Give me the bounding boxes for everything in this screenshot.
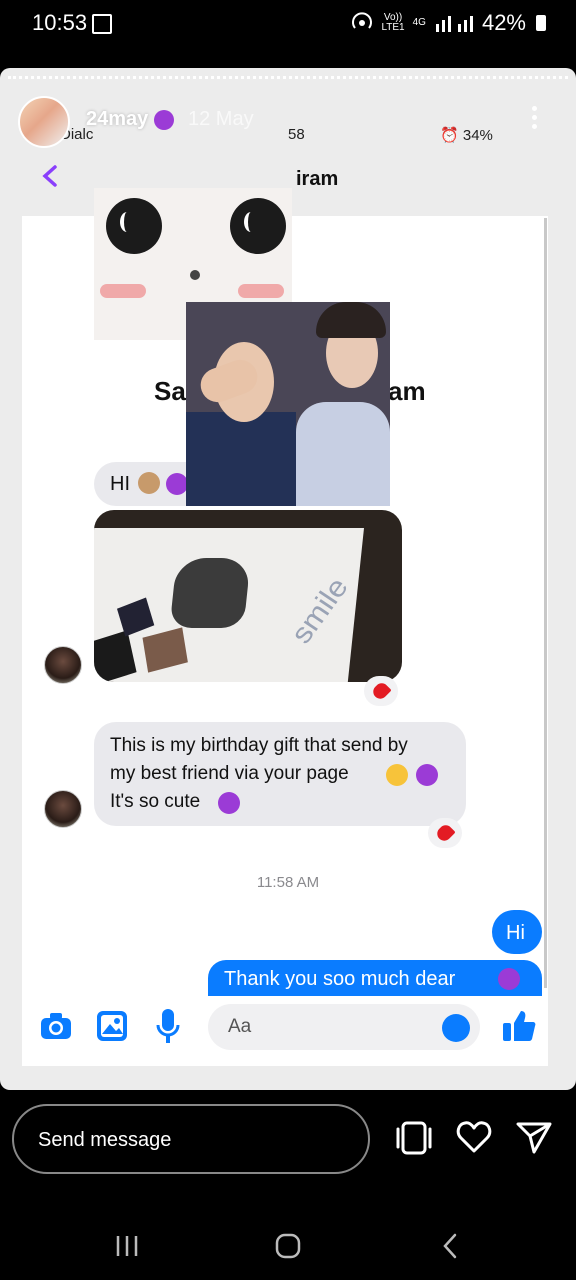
story-username[interactable]: 24may <box>86 108 174 131</box>
android-nav-bar <box>0 1204 576 1280</box>
network-type: 4G <box>412 17 426 28</box>
photo-jacket <box>186 412 296 506</box>
story-date: 12 May <box>188 108 254 130</box>
photo-sticker <box>186 302 390 506</box>
story-avatar[interactable] <box>18 96 70 148</box>
sticker-cheek <box>100 284 146 298</box>
message-line: This is my birthday gift that send by <box>110 735 408 756</box>
thumbs-up-icon <box>503 1011 536 1041</box>
status-right: Vo)) LTE1 4G 42% <box>351 10 546 36</box>
photo-hair <box>316 302 386 338</box>
microphone-icon <box>156 1009 180 1043</box>
message-text: Thank you soo much dear <box>224 968 456 990</box>
profile-name-right: am <box>388 376 426 406</box>
photo-card <box>142 627 188 673</box>
purple-heart-icon <box>153 109 174 130</box>
sticker-eye <box>106 198 162 254</box>
inner-status-battery: ⏰ 34% <box>440 126 493 144</box>
gallery-icon <box>97 1011 127 1041</box>
heart-reaction-icon <box>428 818 462 848</box>
heart-reaction-icon <box>364 676 398 706</box>
story-progress <box>8 76 568 82</box>
message-timestamp: 11:58 AM <box>256 874 320 891</box>
inner-battery-text: 34% <box>462 127 493 144</box>
battery-percent: 42% <box>481 10 526 35</box>
send-message-placeholder: Send message <box>38 1129 172 1151</box>
story-card[interactable]: Dialc 58 ⏰ 34% iram Sa am HI smile This … <box>0 68 576 1090</box>
monkey-emoji-icon <box>138 472 160 494</box>
hotspot-icon <box>352 12 373 29</box>
signal-icon <box>435 16 473 32</box>
sender-avatar <box>44 790 82 828</box>
profile-name-left: Sa <box>154 376 186 406</box>
purple-heart-icon <box>498 968 520 990</box>
photo-shirt <box>296 402 390 506</box>
message-thanks-outgoing: Thank you soo much dear <box>208 960 542 996</box>
shirt-text: smile <box>285 572 355 650</box>
network-label: Vo)) LTE1 <box>381 13 404 33</box>
story-actions <box>394 1118 554 1158</box>
shirt-print <box>169 558 251 628</box>
photo-message: smile <box>94 510 402 682</box>
more-options-icon[interactable] <box>532 106 538 133</box>
network-bottom: LTE1 <box>381 22 405 33</box>
chat-header-name: iram <box>296 168 339 190</box>
send-message-input[interactable]: Send message <box>12 1104 370 1174</box>
message-text: Hi <box>506 922 525 944</box>
message-hi-outgoing: Hi <box>492 910 542 954</box>
pleading-emoji-icon <box>386 764 408 786</box>
message-line: my best friend via your page <box>110 763 349 784</box>
photo-card <box>94 630 137 682</box>
purple-heart-icon <box>218 792 240 814</box>
purple-heart-icon <box>166 473 188 495</box>
image-icon <box>92 14 112 34</box>
recent-apps-icon[interactable] <box>114 1234 140 1258</box>
inner-status-time: 58 <box>288 126 305 143</box>
message-gift-incoming: This is my birthday gift that send by my… <box>94 722 466 826</box>
status-time: 10:53 <box>32 10 88 35</box>
heart-like-icon[interactable] <box>456 1120 492 1154</box>
inner-message-input: Aa <box>208 1004 480 1050</box>
battery-icon <box>536 15 546 31</box>
home-icon[interactable] <box>274 1232 302 1260</box>
scroll-indicator <box>544 218 547 988</box>
status-bar: 10:53 Vo)) LTE1 4G 42% <box>0 0 576 48</box>
inner-input-placeholder: Aa <box>228 1016 252 1037</box>
alarm-icon: ⏰ <box>440 127 463 144</box>
sender-avatar <box>44 646 82 684</box>
photo-card <box>116 597 155 637</box>
share-send-icon[interactable] <box>516 1120 552 1154</box>
sticker-nose <box>190 270 200 280</box>
back-chevron-icon <box>42 165 57 187</box>
sticker-eye <box>230 198 286 254</box>
shirt-image: smile <box>94 528 364 682</box>
sticker-cheek <box>238 284 284 298</box>
emoji-icon <box>442 1014 470 1042</box>
add-to-story-icon[interactable] <box>394 1118 434 1158</box>
message-line: It's so cute <box>110 791 201 812</box>
camera-icon <box>41 1013 71 1039</box>
username-text: 24may <box>86 108 149 130</box>
message-text: HI <box>110 473 130 495</box>
purple-heart-icon <box>416 764 438 786</box>
back-icon[interactable] <box>440 1232 460 1260</box>
